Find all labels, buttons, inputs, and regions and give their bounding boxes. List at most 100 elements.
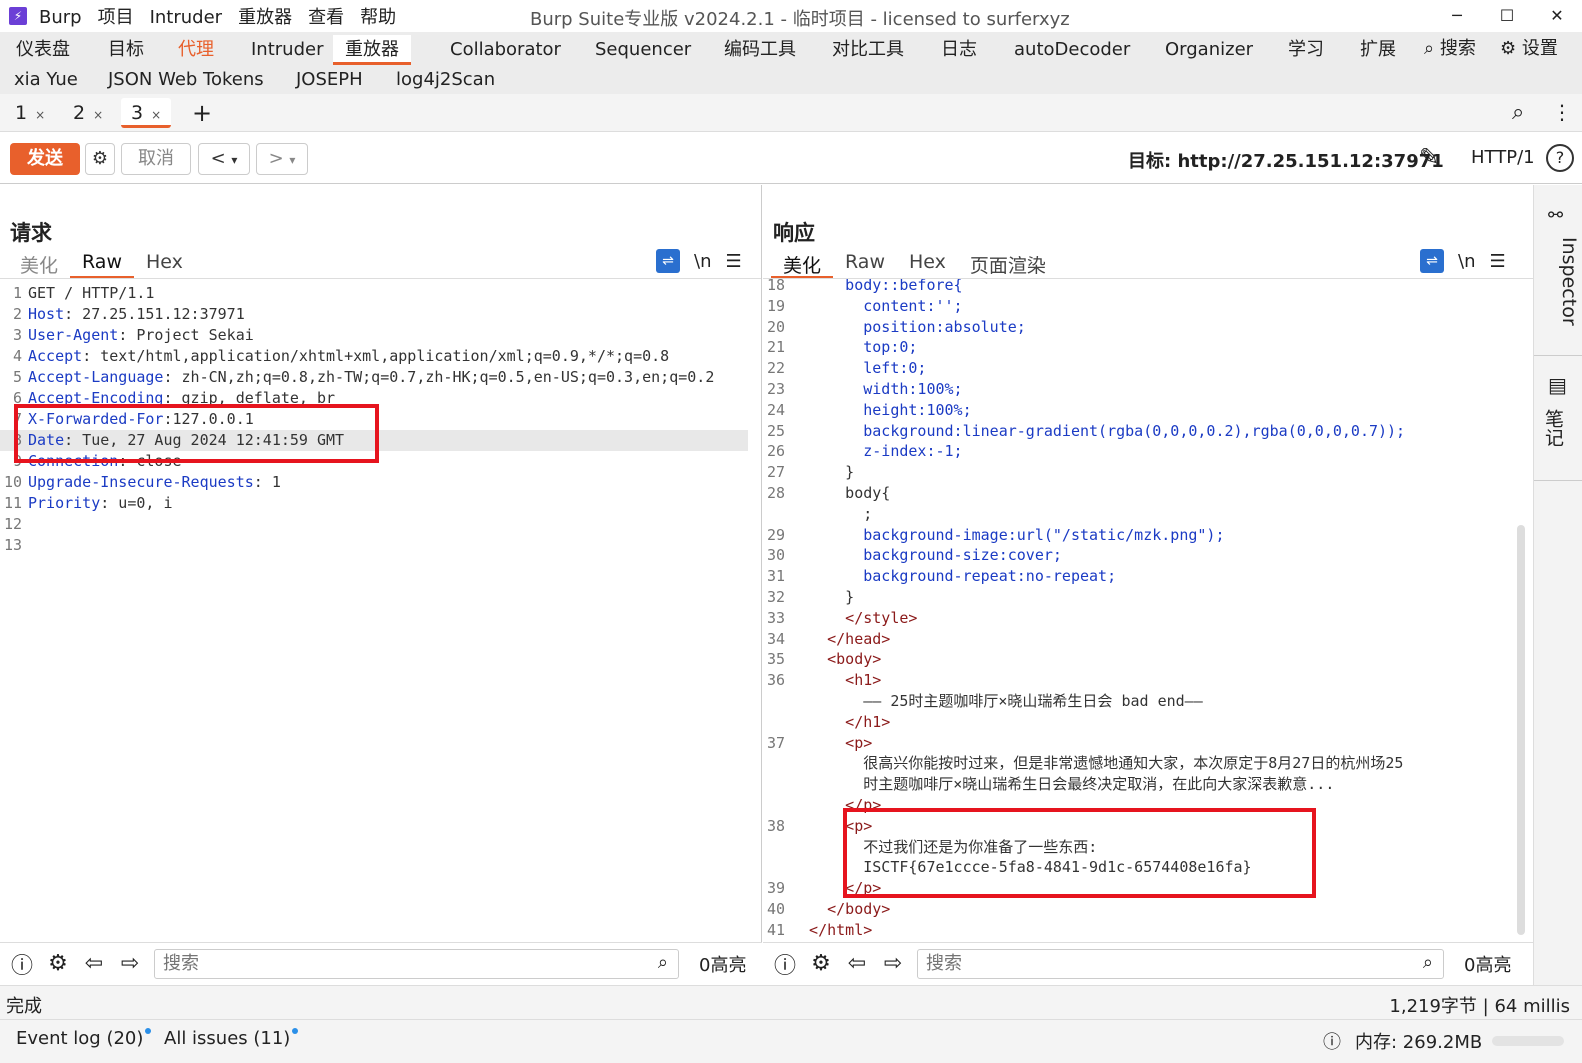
request-line: 10 Upgrade-Insecure-Requests: 1 — [3, 473, 281, 491]
newline-toggle[interactable]: \n — [1458, 251, 1475, 272]
response-line: 27 } — [766, 463, 855, 482]
menu-item[interactable]: 查看 — [308, 7, 344, 28]
response-line: 36 <h1> — [766, 671, 882, 690]
cancel-button[interactable]: 取消 — [121, 143, 191, 175]
main-tab[interactable]: 目标 — [108, 35, 144, 65]
repeater-tab-2[interactable]: 2 × — [63, 98, 113, 128]
arrow-left-icon[interactable]: ⇦ — [843, 951, 871, 976]
title-bar: ⚡ Burp 项目 Intruder 重放器 查看 帮助 Burp Suite专业版 v2… — [0, 0, 1582, 32]
arrow-right-icon[interactable]: ⇨ — [116, 951, 144, 976]
target-label: 目标: http://27.25.151.12:37971 — [1128, 151, 1444, 172]
gear-icon[interactable]: ⚙ — [44, 951, 72, 976]
close-icon[interactable]: × — [35, 108, 45, 122]
response-line: 19 content:''; — [766, 296, 963, 315]
request-line: 11 Priority: u=0, i — [3, 494, 173, 512]
forward-button[interactable]: > ▾ — [256, 143, 308, 175]
response-line: 30 background-size:cover; — [766, 546, 1062, 565]
search-input[interactable] — [918, 949, 1380, 978]
tab-raw[interactable]: Raw — [70, 247, 134, 279]
gear-icon[interactable]: ⚙ — [85, 143, 115, 175]
close-icon[interactable]: ✕ — [1532, 0, 1582, 32]
request-editor[interactable]: 1 GET / HTTP/1.1 2 Host: 27.25.151.12:37971… — [0, 278, 761, 942]
close-icon[interactable]: × — [93, 108, 103, 122]
search-field[interactable]: ⌕ — [917, 948, 1444, 979]
main-tab[interactable]: 对比工具 — [832, 35, 904, 65]
help-icon[interactable]: ? — [1546, 144, 1574, 172]
request-title: 请求 — [10, 221, 52, 245]
notes-icon[interactable]: ▤ — [1548, 373, 1567, 397]
pencil-icon[interactable]: ✎ — [1419, 143, 1439, 171]
search-icon[interactable]: ⌕ — [1512, 100, 1524, 125]
arrow-right-icon[interactable]: ⇨ — [879, 951, 907, 976]
repeater-tab-1[interactable]: 1 × — [5, 98, 55, 128]
menu-icon[interactable]: ☰ — [1489, 251, 1505, 272]
request-line: 4 Accept: text/html,application/xhtml+xml… — [12, 347, 670, 365]
inspector-icon[interactable]: ⚯ — [1548, 205, 1563, 226]
tab-raw[interactable]: Raw — [833, 247, 897, 279]
repeater-tab-3[interactable]: 3 × — [121, 98, 172, 128]
menu-item[interactable]: Intruder — [150, 7, 222, 28]
arrow-left-icon[interactable]: ⇦ — [80, 951, 108, 976]
search-icon: ⌕ — [1424, 38, 1435, 59]
minimize-icon[interactable]: ─ — [1432, 0, 1482, 32]
wrap-icon[interactable]: ⇌ — [1420, 249, 1444, 273]
response-line: 40 </body> — [766, 900, 891, 918]
request-line: 13 — [3, 536, 22, 554]
extension-tab[interactable]: log4j2Scan — [396, 65, 495, 95]
back-button[interactable]: < ▾ — [198, 143, 250, 175]
add-tab-button[interactable]: + — [182, 98, 222, 128]
bottom-bar: Event log (20) All issues (11) ⓘ 内存: 269… — [0, 1019, 1582, 1063]
menu-item[interactable]: 重放器 — [238, 7, 292, 28]
maximize-icon[interactable]: ☐ — [1482, 0, 1532, 32]
repeater-toolbar: 发送 ⚙ 取消 < ▾ > ▾ 目标: http://27.25.151.12:… — [0, 133, 1582, 184]
main-tab[interactable]: Collaborator — [450, 35, 561, 65]
help-icon[interactable]: ⓘ — [8, 948, 36, 980]
tab-render[interactable]: 页面渲染 — [958, 247, 1058, 279]
gear-icon: ⚙ — [1500, 38, 1517, 59]
menu-item[interactable]: 项目 — [98, 7, 134, 28]
main-tab[interactable]: 编码工具 — [724, 35, 796, 65]
settings-button[interactable]: ⚙ 设置 — [1500, 34, 1558, 64]
menu-item[interactable]: Burp — [39, 7, 82, 28]
search-icon: ⌕ — [1422, 951, 1433, 973]
gear-icon[interactable]: ⚙ — [807, 951, 835, 976]
response-line: 23 width:100%; — [766, 380, 963, 398]
main-tab[interactable]: 仪表盘 — [16, 35, 70, 65]
close-icon[interactable]: × — [151, 108, 161, 122]
main-tab[interactable]: Intruder — [251, 35, 323, 65]
extension-tab[interactable]: JSON Web Tokens — [108, 65, 264, 95]
more-vert-icon[interactable]: ⋮ — [1552, 100, 1572, 124]
tab-hex[interactable]: Hex — [134, 247, 195, 279]
event-log-button[interactable]: Event log (20) — [16, 1028, 152, 1049]
issues-button[interactable]: All issues (11) — [164, 1028, 299, 1049]
response-line: 时主题咖啡厅×晓山瑞希生日会最终决定取消，在此向大家深表歉意... — [791, 775, 1335, 794]
newline-toggle[interactable]: \n — [694, 251, 711, 272]
main-tab[interactable]: autoDecoder — [1014, 35, 1130, 65]
notes-tab[interactable]: 笔记 — [1540, 409, 1567, 447]
main-tab[interactable]: 日志 — [941, 35, 977, 65]
main-tab[interactable]: 代理 — [178, 35, 214, 65]
main-tab[interactable]: Sequencer — [595, 35, 691, 65]
window-title: Burp Suite专业版 v2024.2.1 - 临时项目 - license… — [530, 9, 1070, 30]
extension-tab[interactable]: JOSEPH — [296, 65, 363, 95]
send-button[interactable]: 发送 — [10, 143, 80, 175]
protocol-label[interactable]: HTTP/1 — [1471, 147, 1535, 168]
main-tab[interactable]: 重放器 — [333, 34, 411, 65]
tab-hex[interactable]: Hex — [897, 247, 958, 279]
search-input[interactable] — [155, 949, 616, 978]
main-tab[interactable]: 扩展 — [1360, 35, 1396, 65]
main-tab[interactable]: Organizer — [1165, 35, 1253, 65]
help-icon[interactable]: ⓘ — [771, 948, 799, 980]
inspector-tab[interactable]: Inspector — [1536, 237, 1580, 347]
request-pane: 请求 美化 Raw Hex ⇌ \n ☰ 1 GET / HTTP/1.1 2 Hos… — [0, 185, 762, 942]
menu-item[interactable]: 帮助 — [360, 7, 396, 28]
main-tab[interactable]: 学习 — [1288, 35, 1324, 65]
search-button[interactable]: ⌕ 搜索 — [1424, 34, 1476, 64]
wrap-icon[interactable]: ⇌ — [656, 249, 680, 273]
tab-pretty[interactable]: 美化 — [771, 247, 834, 279]
search-field[interactable]: ⌕ — [154, 948, 679, 979]
menu-icon[interactable]: ☰ — [725, 251, 741, 272]
extension-tab[interactable]: xia Yue — [14, 65, 78, 95]
tab-pretty[interactable]: 美化 — [8, 247, 70, 279]
scrollbar[interactable] — [1517, 525, 1525, 935]
